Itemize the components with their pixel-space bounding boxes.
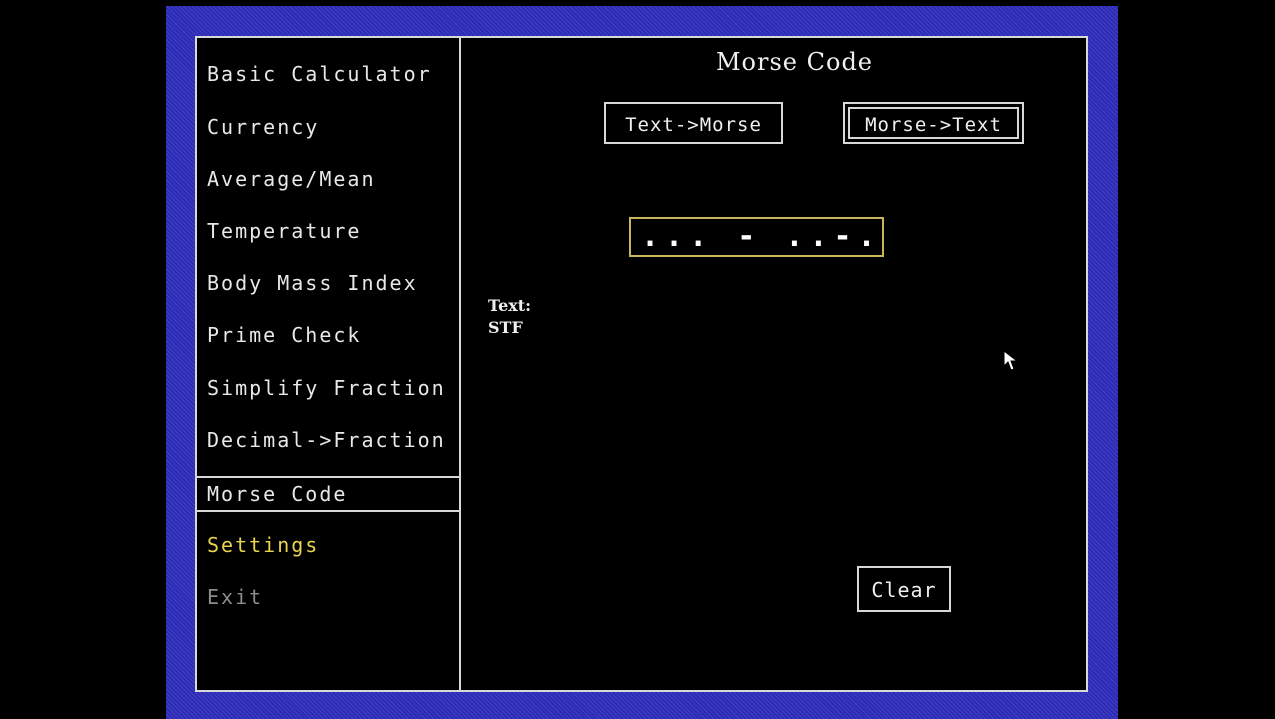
sidebar-item-decimal-fraction[interactable]: Decimal->Fraction	[197, 423, 459, 457]
sidebar-item-basic-calculator[interactable]: Basic Calculator	[197, 57, 459, 91]
result-value: STF	[488, 318, 523, 337]
screen: Basic Calculator Currency Average/Mean T…	[0, 0, 1275, 719]
main-panel: Morse Code Text->Morse Morse->Text ... -…	[461, 38, 1088, 690]
sidebar-item-currency[interactable]: Currency	[197, 110, 459, 144]
page-title: Morse Code	[715, 48, 874, 76]
app-window: Basic Calculator Currency Average/Mean T…	[195, 36, 1088, 692]
morse-input[interactable]: ... - ..-.	[629, 217, 884, 257]
sidebar-item-simplify-fraction[interactable]: Simplify Fraction	[197, 371, 459, 405]
sidebar-item-average-mean[interactable]: Average/Mean	[197, 162, 459, 196]
text-to-morse-button[interactable]: Text->Morse	[604, 102, 783, 144]
sidebar-item-body-mass-index[interactable]: Body Mass Index	[197, 266, 459, 300]
mouse-pointer-icon	[1003, 350, 1019, 371]
sidebar-item-settings[interactable]: Settings	[197, 528, 459, 562]
sidebar-item-exit[interactable]: Exit	[197, 580, 459, 614]
sidebar-item-temperature[interactable]: Temperature	[197, 214, 459, 248]
morse-to-text-button[interactable]: Morse->Text	[843, 102, 1024, 144]
clear-button[interactable]: Clear	[857, 566, 951, 612]
sidebar-item-morse-code[interactable]: Morse Code	[197, 476, 459, 512]
sidebar-item-prime-check[interactable]: Prime Check	[197, 318, 459, 352]
result-label: Text:	[488, 296, 532, 315]
sidebar: Basic Calculator Currency Average/Mean T…	[197, 38, 461, 690]
